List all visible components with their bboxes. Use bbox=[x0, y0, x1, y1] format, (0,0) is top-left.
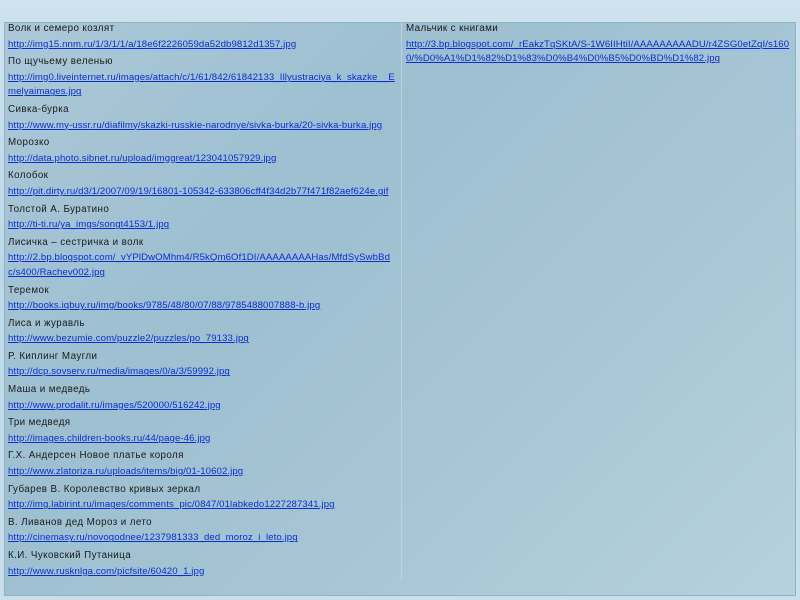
item-title: Сивка-бурка bbox=[8, 103, 69, 115]
list-item: Сивка-бурка http://www.my-ussr.ru/diafil… bbox=[8, 103, 397, 135]
item-title: Толстой А. Буратино bbox=[8, 203, 110, 215]
item-title: В. Ливанов дед Мороз и лето bbox=[8, 516, 152, 528]
right-column: Мальчик с книгами http://3.bp.blogspot.c… bbox=[402, 22, 800, 581]
list-item: В. Ливанов дед Мороз и лето http://cinem… bbox=[8, 516, 397, 548]
item-link[interactable]: http://www.bezumie.com/puzzle2/puzzles/p… bbox=[8, 331, 397, 349]
list-item: Губарев В. Королевство кривых зеркал htt… bbox=[8, 483, 397, 515]
item-title: Волк и семеро козлят bbox=[8, 23, 115, 34]
list-item: Три медведя http://images.children-books… bbox=[8, 416, 397, 448]
item-link[interactable]: http://www.my-ussr.ru/diafilmy/skazki-ru… bbox=[8, 118, 397, 136]
item-title: Губарев В. Королевство кривых зеркал bbox=[8, 483, 201, 495]
item-link[interactable]: http://3.bp.blogspot.com/_rEakzTqSKtA/S-… bbox=[406, 37, 795, 69]
item-link[interactable]: http://2.bp.blogspot.com/_vYPlDwOMhm4/R5… bbox=[8, 250, 397, 282]
item-title: Колобок bbox=[8, 170, 49, 182]
list-item: Теремок http://books.iqbuy.ru/img/books/… bbox=[8, 284, 397, 316]
list-item: Волк и семеро козлят http://img15.nnm.ru… bbox=[8, 22, 397, 54]
list-item: К.И. Чуковский Путаница http://www.ruskn… bbox=[8, 549, 397, 581]
list-item: Маша и медведь http://www.prodalit.ru/im… bbox=[8, 383, 397, 415]
item-title: Р. Киплинг Маугли bbox=[8, 350, 98, 362]
item-link[interactable]: http://img15.nnm.ru/1/3/1/1/a/18e6f22260… bbox=[8, 37, 397, 55]
item-link[interactable]: http://dcp.sovserv.ru/media/images/0/a/3… bbox=[8, 364, 397, 382]
list-item: Г.Х. Андерсен Новое платье короля http:/… bbox=[8, 449, 397, 481]
item-title: Лисичка – сестричка и волк bbox=[8, 236, 144, 248]
item-title: Три медведя bbox=[8, 417, 71, 429]
item-title: К.И. Чуковский Путаница bbox=[8, 550, 132, 561]
item-link[interactable]: http://data.photo.sibnet.ru/upload/imggr… bbox=[8, 151, 397, 169]
list-item: Колобок http://pit.dirty.ru/d3/1/2007/09… bbox=[8, 169, 397, 201]
left-list: Волк и семеро козлят http://img15.nnm.ru… bbox=[4, 22, 401, 581]
item-title: По щучьему веленью bbox=[8, 56, 113, 68]
list-item: Толстой А. Буратино http://ti-ti.ru/ya_i… bbox=[8, 203, 397, 235]
item-link[interactable]: http://www.prodalit.ru/images/520000/516… bbox=[8, 398, 397, 416]
item-title: Морозко bbox=[8, 137, 50, 149]
item-title: Г.Х. Андерсен Новое платье короля bbox=[8, 450, 184, 462]
item-title: Маша и медведь bbox=[8, 384, 91, 396]
item-link[interactable]: http://img.labirint.ru/images/comments_p… bbox=[8, 497, 397, 515]
list-item: Мальчик с книгами http://3.bp.blogspot.c… bbox=[406, 22, 795, 69]
list-item: Р. Киплинг Маугли http://dcp.sovserv.ru/… bbox=[8, 350, 397, 382]
links-table: Волк и семеро козлят http://img15.nnm.ru… bbox=[4, 22, 800, 582]
item-link[interactable]: http://images.children-books.ru/44/page-… bbox=[8, 431, 397, 449]
list-item: Морозко http://data.photo.sibnet.ru/uplo… bbox=[8, 136, 397, 168]
list-item: Лисичка – сестричка и волк http://2.bp.b… bbox=[8, 236, 397, 283]
item-title: Лиса и журавль bbox=[8, 317, 85, 329]
left-column: Волк и семеро козлят http://img15.nnm.ru… bbox=[4, 22, 402, 582]
item-link[interactable]: http://cinemasy.ru/novogodnee/1237981333… bbox=[8, 530, 397, 548]
item-link[interactable]: http://www.rusknlga.com/picfsite/60420_1… bbox=[8, 564, 397, 582]
item-link[interactable]: http://books.iqbuy.ru/img/books/9785/48/… bbox=[8, 298, 397, 316]
item-link[interactable]: http://ti-ti.ru/ya_imgs/songt4153/1.jpg bbox=[8, 217, 397, 235]
item-link[interactable]: http://pit.dirty.ru/d3/1/2007/09/19/1680… bbox=[8, 184, 397, 202]
right-list: Мальчик с книгами http://3.bp.blogspot.c… bbox=[402, 22, 799, 69]
item-title: Теремок bbox=[8, 284, 50, 296]
list-item: По щучьему веленью http://img0.liveinter… bbox=[8, 55, 397, 102]
item-title: Мальчик с книгами bbox=[406, 23, 499, 34]
item-link[interactable]: http://www.zlatoriza.ru/uploads/items/bi… bbox=[8, 464, 397, 482]
item-link[interactable]: http://img0.liveinternet.ru/images/attac… bbox=[8, 70, 397, 102]
list-item: Лиса и журавль http://www.bezumie.com/pu… bbox=[8, 317, 397, 349]
